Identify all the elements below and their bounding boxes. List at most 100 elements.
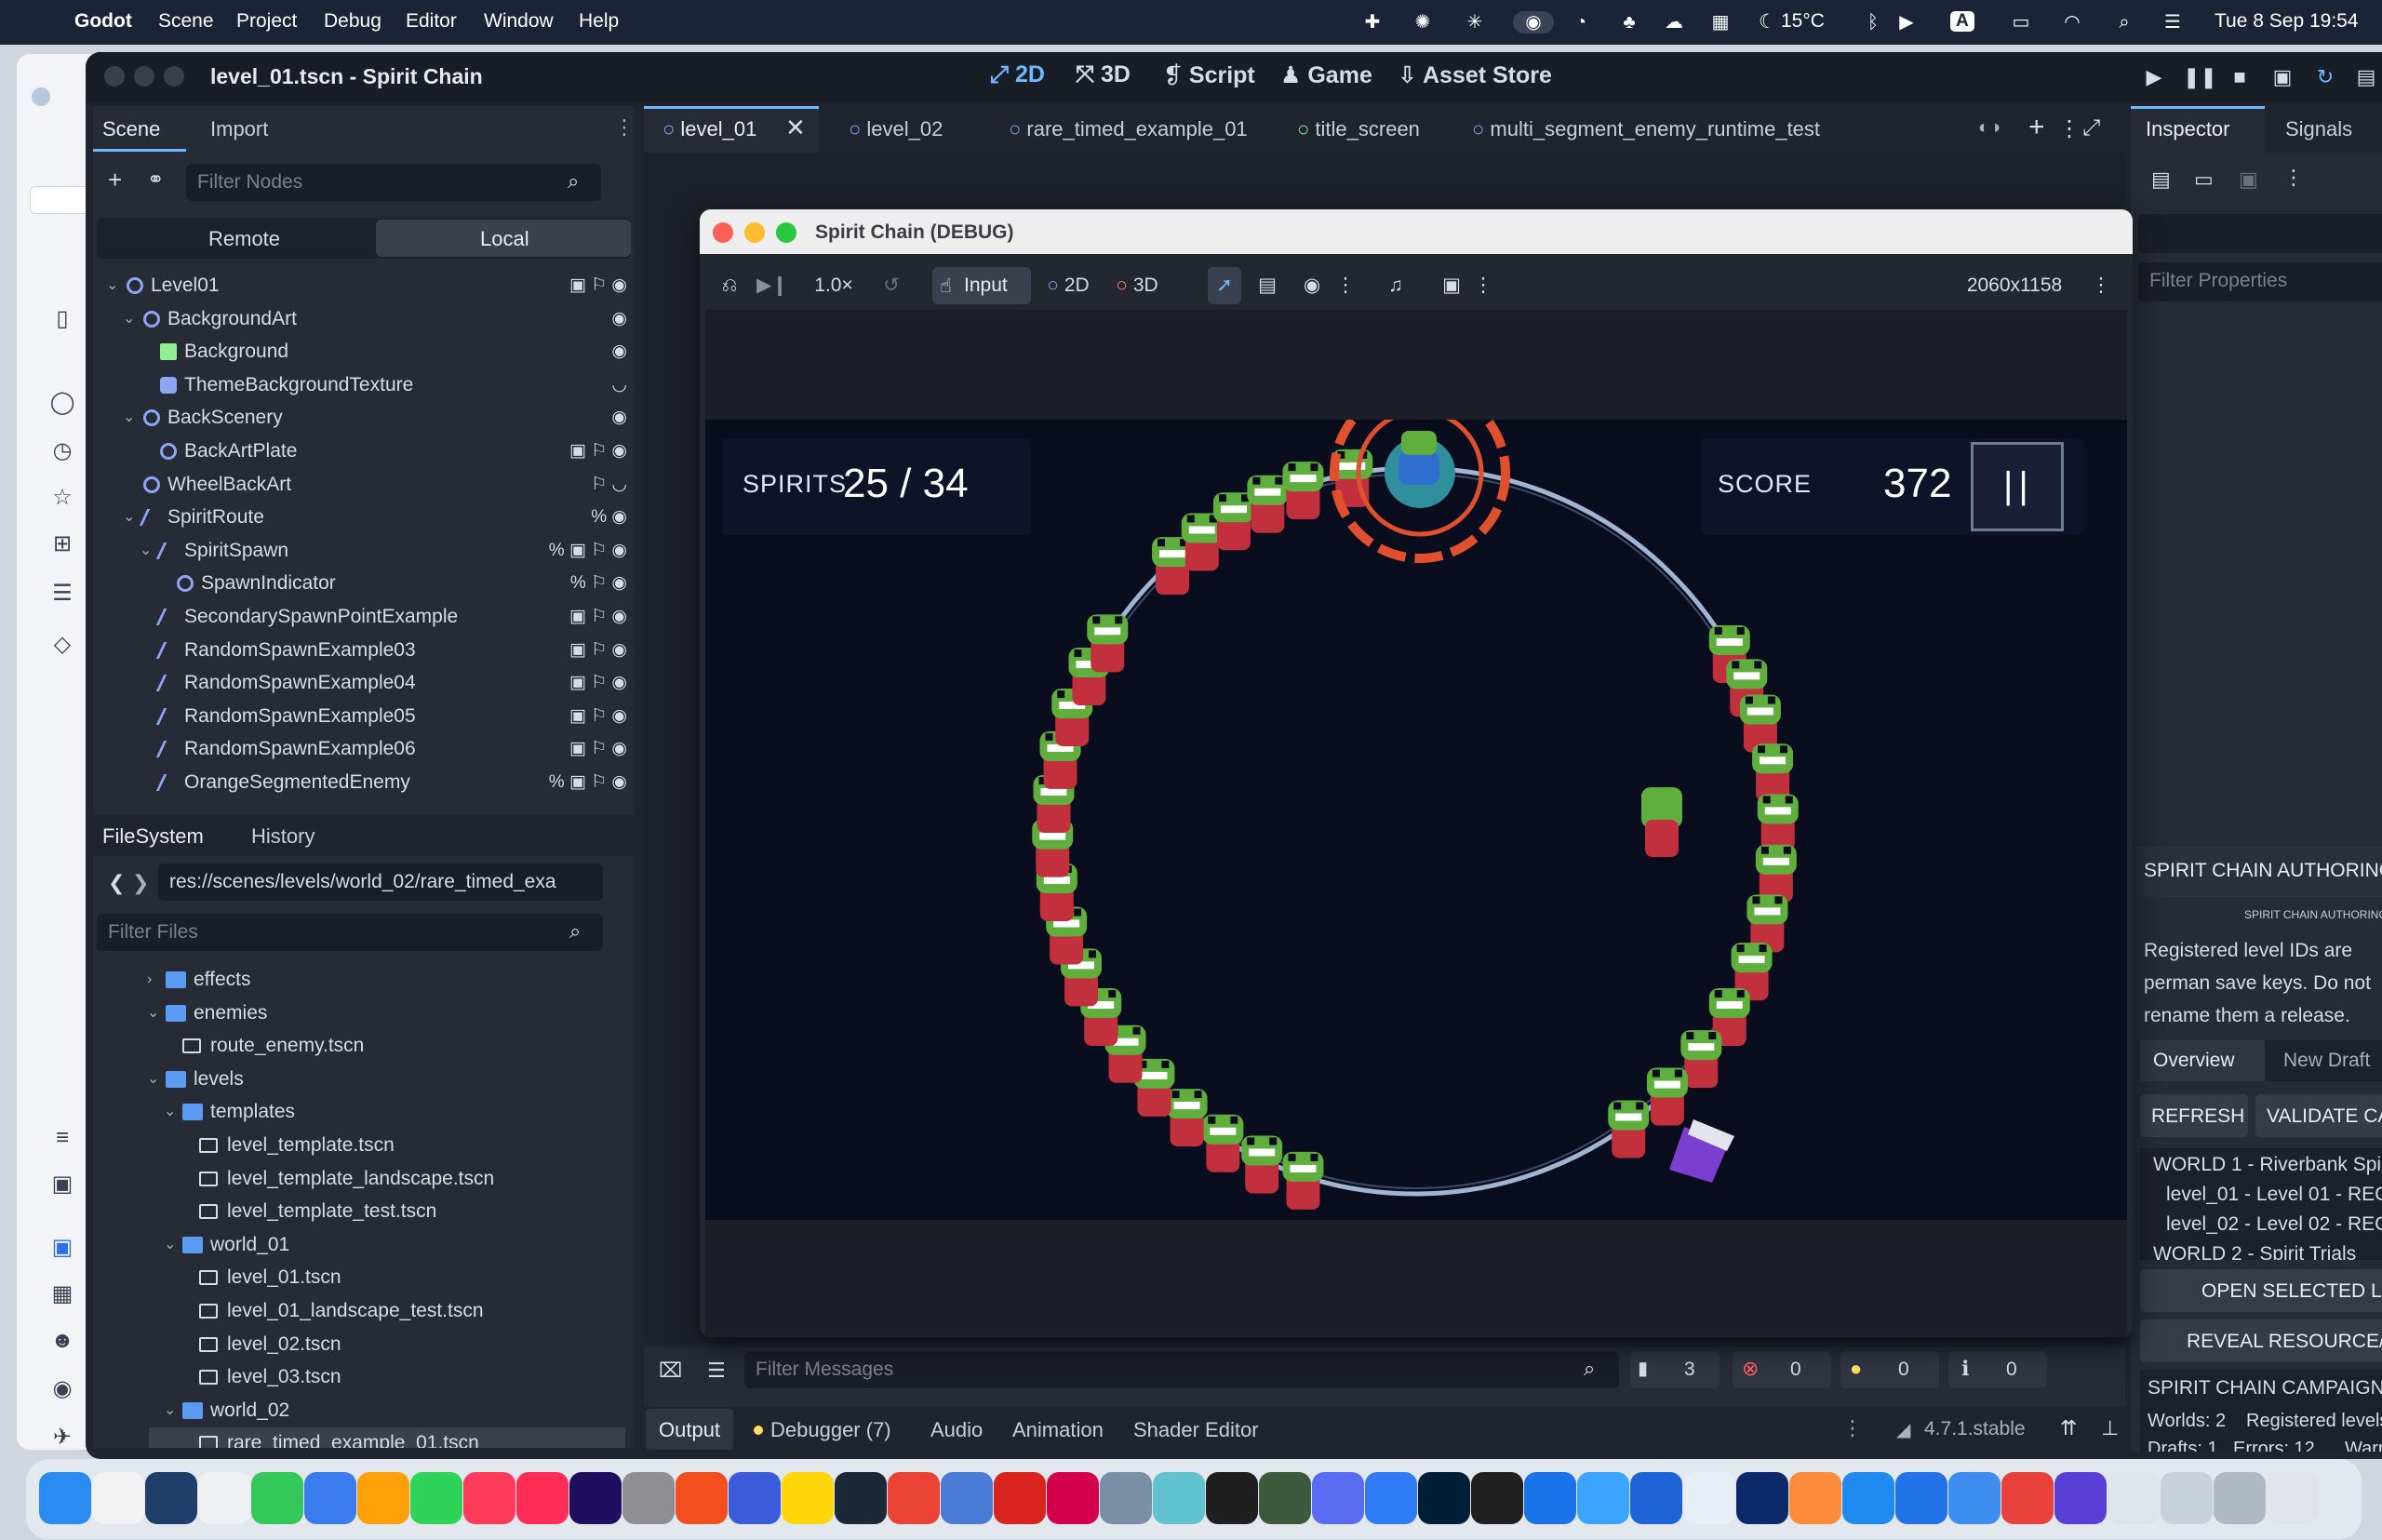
expand-arrow-icon[interactable]: ⌄ xyxy=(164,1395,177,1426)
scene-tab-title-screen[interactable]: ○ title_screen xyxy=(1297,117,1420,141)
dock-app-icon-11[interactable] xyxy=(569,1472,622,1524)
window-minimize-button[interactable] xyxy=(134,66,154,87)
tab-overview[interactable]: Overview xyxy=(2153,1050,2235,1072)
file-entry-world-02[interactable]: ⌄ world_02 xyxy=(93,1395,635,1426)
dock-app-icon-37[interactable] xyxy=(1948,1472,2001,1524)
node-status-icons[interactable]: ◉ xyxy=(611,303,627,335)
dock-app-icon-26[interactable] xyxy=(1365,1472,1417,1524)
control-center-icon[interactable]: ☰ xyxy=(2161,11,2185,33)
input-mode-button[interactable]: ☝ Input xyxy=(932,267,1031,304)
tab-debugger[interactable]: Debugger (7) xyxy=(770,1418,891,1442)
status-app-icon-4[interactable]: ◉ xyxy=(1513,11,1554,33)
audio-icon[interactable]: ♫ xyxy=(1379,267,1412,304)
tab-inspector[interactable]: Inspector xyxy=(2146,117,2230,141)
node-status-icons[interactable]: % ⚐ ◉ xyxy=(570,568,627,599)
add-node-icon[interactable]: + xyxy=(108,166,122,194)
status-weather[interactable]: 15°C xyxy=(1781,10,1825,33)
menu-app-name[interactable]: Godot xyxy=(74,10,132,33)
dock-app-icon-16[interactable] xyxy=(835,1472,887,1524)
file-entry-world-01[interactable]: ⌄ world_01 xyxy=(93,1229,635,1261)
mode-3d-button[interactable]: ○ 3D xyxy=(1109,267,1165,304)
file-entry-level-template-tscn[interactable]: level_template.tscn xyxy=(93,1130,635,1161)
object-selector[interactable] xyxy=(2138,214,2382,253)
new-resource-icon[interactable]: ▤ xyxy=(2151,167,2171,192)
tree-level-01[interactable]: level_01 - Level 01 - REGIST xyxy=(2166,1184,2382,1206)
remote-button[interactable]: Remote xyxy=(208,227,280,251)
expand-arrow-icon[interactable]: ⌄ xyxy=(123,402,136,434)
wifi-icon[interactable]: ◠ xyxy=(2060,11,2084,33)
file-entry-level-template-landscape-tscn[interactable]: level_template_landscape.tscn xyxy=(93,1163,635,1195)
expand-panel-icon[interactable]: ⇈ xyxy=(2060,1416,2077,1440)
dock-app-icon-40[interactable] xyxy=(2108,1472,2160,1524)
dock-app-icon-1[interactable] xyxy=(39,1472,91,1524)
tree-world-2[interactable]: WORLD 2 - Spirit Trials xyxy=(2153,1243,2356,1260)
file-entry-enemies[interactable]: ⌄ enemies xyxy=(93,998,635,1029)
dock-app-icon-23[interactable] xyxy=(1206,1472,1258,1524)
tab-menu-icon[interactable]: ⋮ xyxy=(2058,115,2081,142)
file-entry-route-enemy-tscn[interactable]: route_enemy.tscn xyxy=(93,1030,635,1062)
workspace-script-button[interactable]: ❡ Script xyxy=(1163,61,1255,89)
dock-app-icon-38[interactable] xyxy=(2001,1472,2054,1524)
game-stage[interactable]: SPIRITS 25 / 34 SCORE 372 || xyxy=(705,420,2127,1220)
back-icon[interactable]: ❮ xyxy=(108,871,125,895)
status-app-icon-1[interactable]: ✚ xyxy=(1360,11,1385,33)
window-close-button[interactable] xyxy=(104,66,125,87)
validate-campaign-button[interactable]: VALIDATE CAMPAI xyxy=(2255,1094,2382,1137)
dock-app-icon-18[interactable] xyxy=(941,1472,993,1524)
add-tab-icon[interactable]: + xyxy=(2028,112,2045,143)
dock-app-icon-33[interactable] xyxy=(1736,1472,1788,1524)
panel-menu-icon[interactable]: ⋮ xyxy=(1842,1416,1863,1440)
view-menu-icon[interactable]: ⋮ xyxy=(1334,267,1357,304)
tab-shader-editor[interactable]: Shader Editor xyxy=(1133,1418,1259,1442)
expand-arrow-icon[interactable]: ⌄ xyxy=(123,303,136,335)
dock-app-icon-41[interactable] xyxy=(2161,1472,2213,1524)
tab-new-draft[interactable]: New Draft xyxy=(2283,1050,2370,1072)
embed-menu-icon[interactable]: ⋮ xyxy=(2090,267,2112,304)
tab-output[interactable]: Output xyxy=(659,1418,720,1442)
scene-tab-level-01[interactable]: ○ level_01 xyxy=(662,117,756,141)
node-status-icons[interactable]: ▣ ⚐ ◉ xyxy=(569,270,627,301)
input-source-badge[interactable]: A xyxy=(1950,11,1974,32)
menu-help[interactable]: Help xyxy=(579,10,619,33)
spotlight-search-icon[interactable]: ⌕ xyxy=(2112,11,2136,33)
dock-app-icon-42[interactable] xyxy=(2214,1472,2266,1524)
scene-node-spawnindicator[interactable]: SpawnIndicator % ⚐ ◉ xyxy=(93,568,635,599)
tree-level-02[interactable]: level_02 - Level 02 - REGIST xyxy=(2166,1213,2382,1236)
reset-speed-icon[interactable]: ↺ xyxy=(875,267,908,304)
scene-node-randomspawnexample05[interactable]: RandomSpawnExample05 ▣ ⚐ ◉ xyxy=(93,701,635,732)
dock-app-icon-6[interactable] xyxy=(304,1472,356,1524)
link-icon[interactable]: ⚭ xyxy=(147,167,164,192)
scene-node-orangesegmentedenemy[interactable]: OrangeSegmentedEnemy % ▣ ⚐ ◉ xyxy=(93,767,635,798)
reload-icon[interactable]: ↻ xyxy=(2311,63,2339,91)
clock[interactable]: Tue 8 Sep 19:54 xyxy=(2215,10,2359,33)
status-app-icon-7[interactable]: ▦ xyxy=(1708,11,1733,33)
dock-app-icon-7[interactable] xyxy=(357,1472,409,1524)
debug-minimize-button[interactable] xyxy=(744,222,765,243)
info-filter-button[interactable]: ℹ 0 xyxy=(1948,1351,2047,1388)
node-status-icons[interactable]: % ▣ ⚐ ◉ xyxy=(549,767,627,798)
dock-app-icon-8[interactable] xyxy=(410,1472,462,1524)
workspace-2d-button[interactable]: ⤢ 2D xyxy=(990,61,1045,88)
node-status-icons[interactable]: ◉ xyxy=(611,336,627,368)
visibility-icon[interactable]: ◉ xyxy=(1295,267,1329,304)
scroll-tabs-icon[interactable]: ◐◑ xyxy=(1978,117,2001,139)
dock-app-icon-14[interactable] xyxy=(729,1472,781,1524)
mode-2d-button[interactable]: ○ 2D xyxy=(1040,267,1096,304)
menu-debug[interactable]: Debug xyxy=(324,10,381,33)
dock-app-icon-15[interactable] xyxy=(782,1472,834,1524)
dock-app-icon-5[interactable] xyxy=(251,1472,303,1524)
close-tab-icon[interactable]: ✕ xyxy=(785,114,806,142)
node-status-icons[interactable]: ▣ ⚐ ◉ xyxy=(569,701,627,732)
play-icon[interactable]: ▶ xyxy=(2140,63,2168,91)
suspend-icon[interactable]: ⎌ xyxy=(713,267,746,304)
camera-override-icon[interactable]: ▣ xyxy=(1435,267,1468,304)
scene-node-randomspawnexample04[interactable]: RandomSpawnExample04 ▣ ⚐ ◉ xyxy=(93,667,635,699)
status-play-icon[interactable]: ▶ xyxy=(1894,11,1919,33)
scene-tab-rare-timed[interactable]: ○ rare_timed_example_01 xyxy=(1009,117,1248,141)
forward-icon[interactable]: ❯ xyxy=(132,871,149,895)
filter-nodes-input[interactable]: Filter Nodes xyxy=(186,164,601,201)
inspector-menu-icon[interactable]: ⋮ xyxy=(2283,166,2304,190)
scene-node-wheelbackart[interactable]: WheelBackArt ⚐ ◡ xyxy=(93,469,635,501)
next-frame-icon[interactable]: ▶❙ xyxy=(756,267,789,304)
menu-editor[interactable]: Editor xyxy=(406,10,457,33)
